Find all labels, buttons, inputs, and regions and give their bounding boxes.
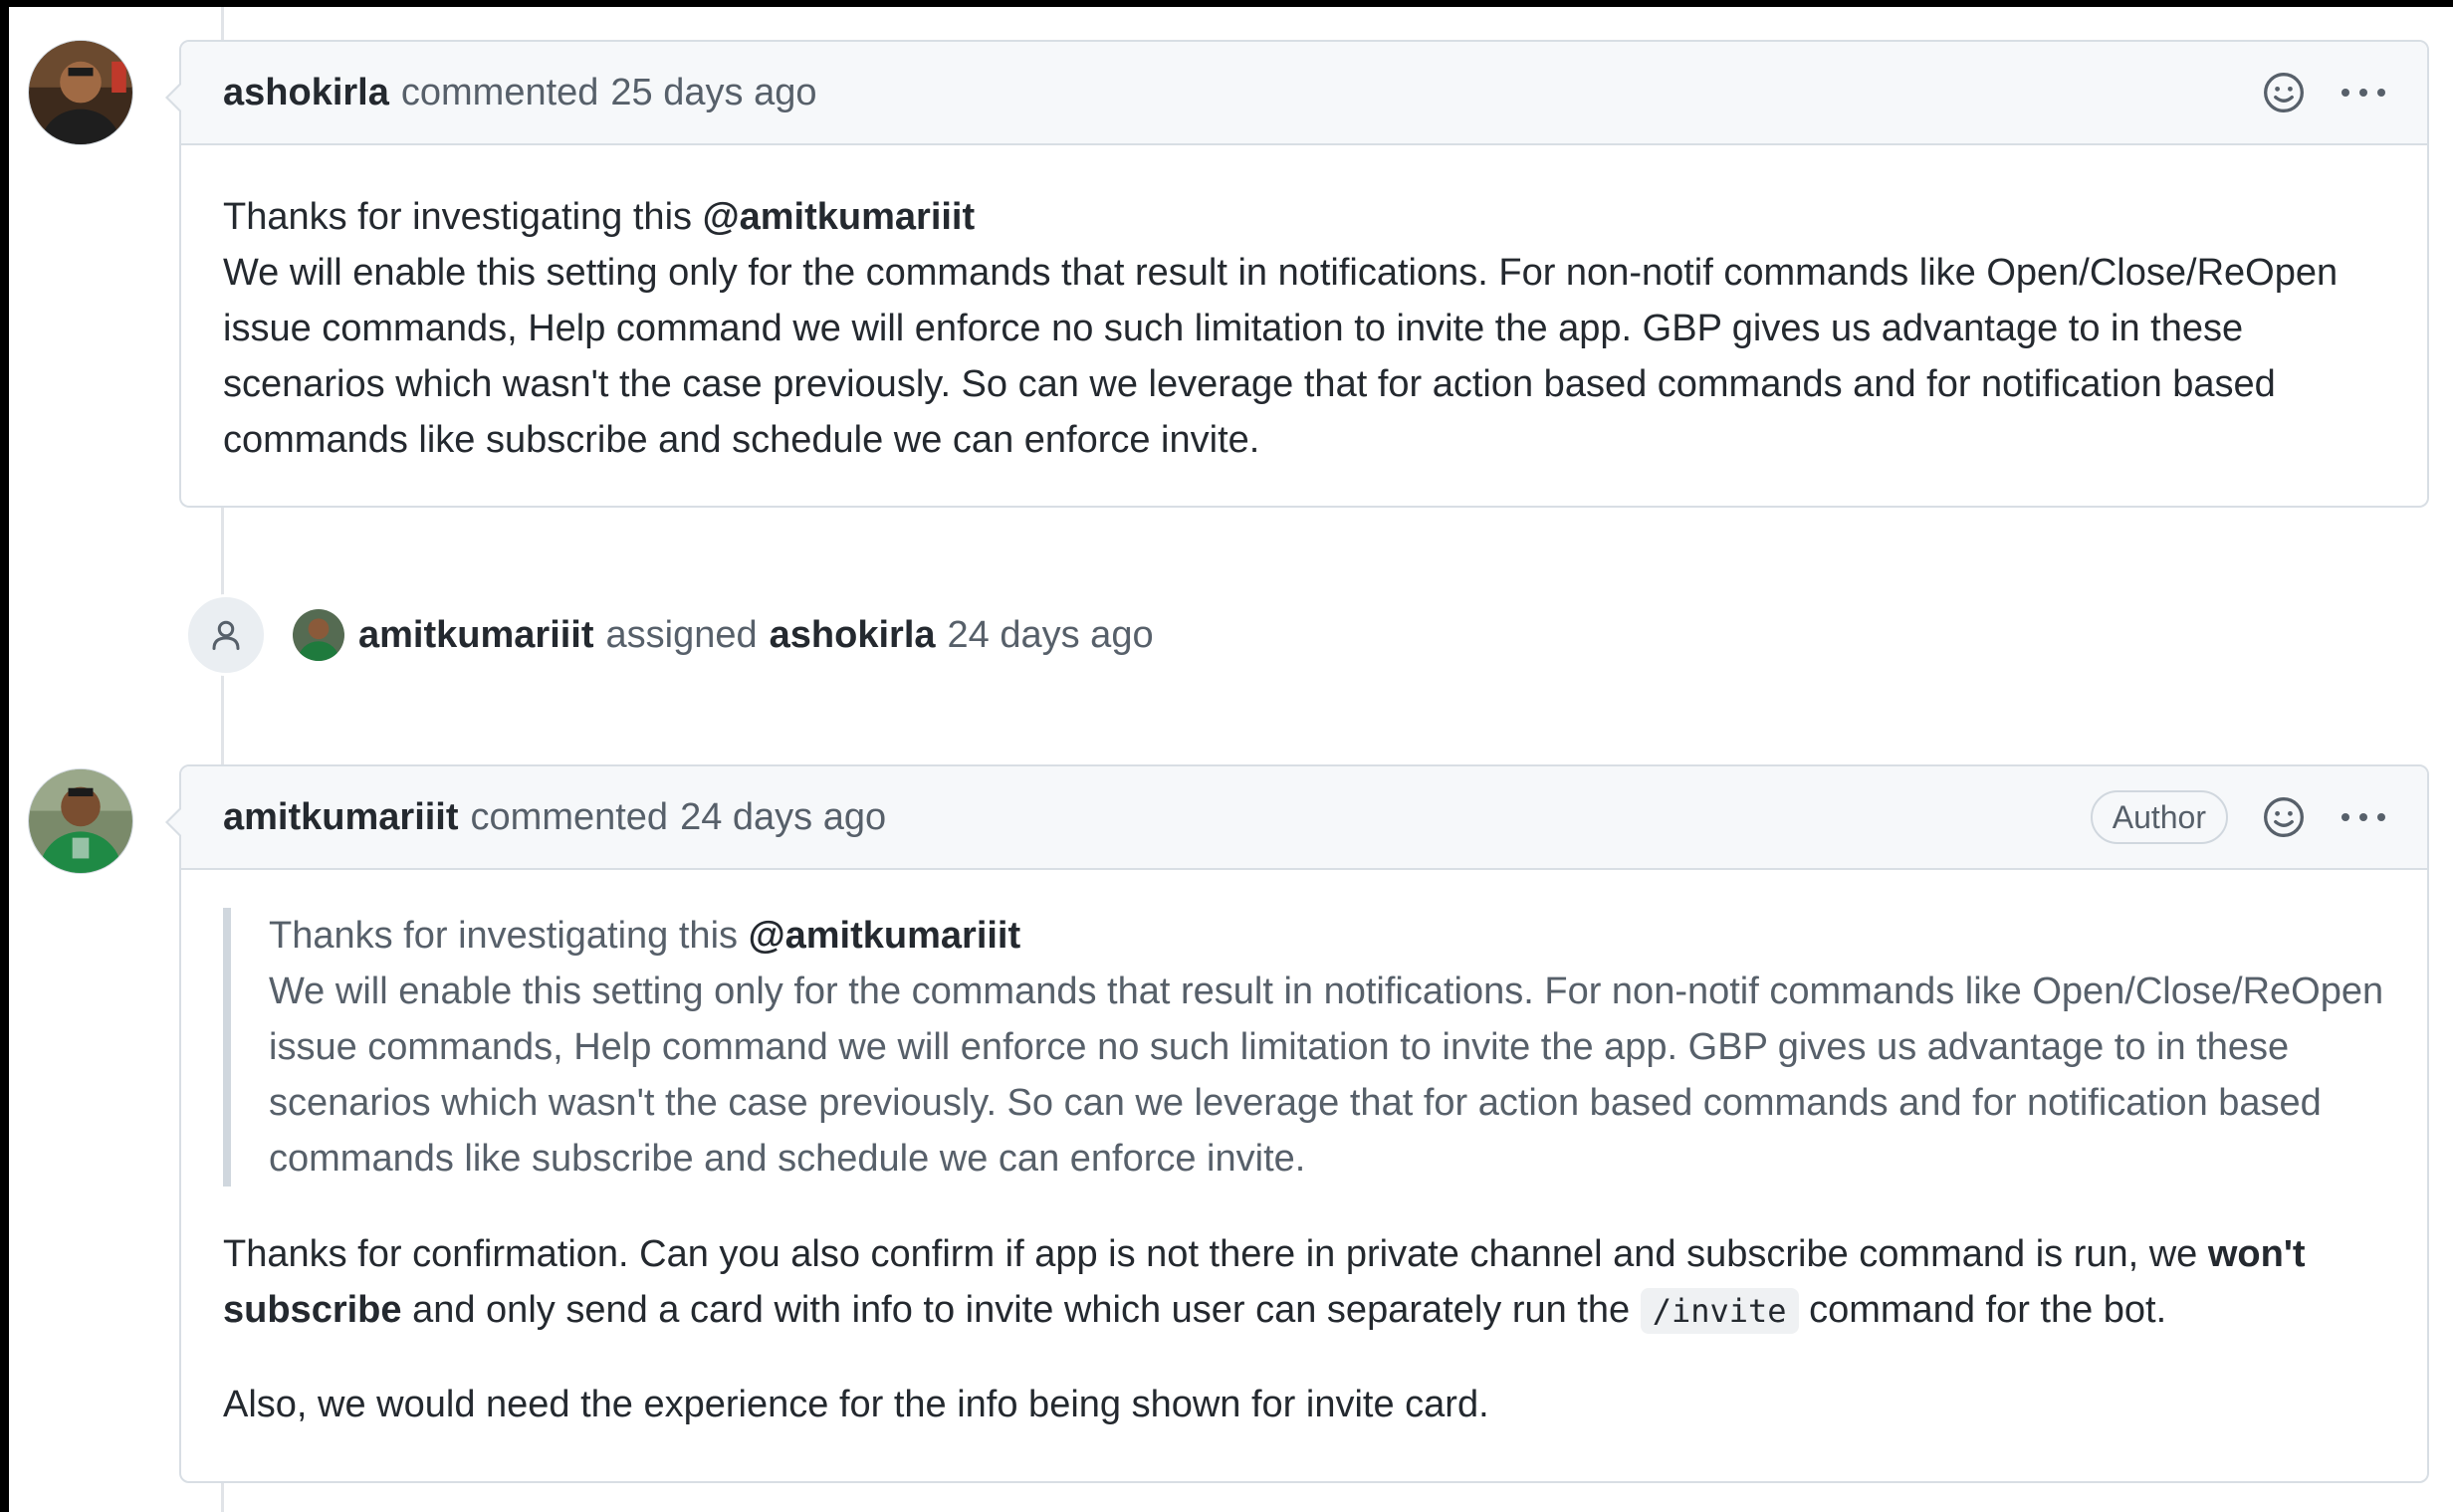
avatar-ashokirla[interactable] bbox=[28, 40, 133, 145]
inline-code: /invite bbox=[1640, 1288, 1799, 1334]
comment-actions bbox=[2262, 42, 2387, 143]
reply-paragraph: Thanks for confirmation. Can you also co… bbox=[223, 1226, 2385, 1339]
frame-top bbox=[0, 0, 2453, 7]
author-badge: Author bbox=[2090, 789, 2228, 845]
comment-author[interactable]: ashokirla bbox=[223, 72, 389, 114]
smiley-icon[interactable] bbox=[2262, 795, 2306, 839]
comment-body: Thanks for investigating this @amitkumar… bbox=[181, 145, 2427, 512]
mention-link[interactable]: @amitkumariiit bbox=[749, 915, 1021, 957]
event-actor[interactable]: amitkumariiit bbox=[358, 614, 594, 657]
avatar-image bbox=[29, 769, 132, 873]
final-paragraph: Also, we would need the experience for t… bbox=[223, 1384, 1489, 1425]
quote-paragraph: We will enable this setting only for the… bbox=[269, 971, 2384, 1180]
avatar-image bbox=[29, 41, 132, 144]
quote-text: Thanks for investigating this bbox=[269, 915, 749, 957]
comment-header: ashokirla commented 25 days ago bbox=[181, 42, 2427, 145]
reply-text: Thanks for confirmation. Can you also co… bbox=[223, 1233, 2208, 1275]
reply-text: and only send a card with info to invite… bbox=[401, 1289, 1641, 1331]
comment-timestamp[interactable]: 25 days ago bbox=[610, 72, 816, 114]
person-icon bbox=[185, 594, 267, 676]
comment-text: Thanks for investigating this bbox=[223, 196, 703, 238]
comment-actions: Author bbox=[2090, 766, 2387, 868]
smiley-icon[interactable] bbox=[2262, 71, 2306, 114]
reply-text: command for the bot. bbox=[1798, 1289, 2167, 1331]
kebab-horizontal-icon[interactable] bbox=[2340, 810, 2387, 824]
comment-amitkumariiit: amitkumariiit commented 24 days ago Auth… bbox=[165, 764, 2429, 1483]
kebab-horizontal-icon[interactable] bbox=[2340, 86, 2387, 100]
comment-timestamp[interactable]: 24 days ago bbox=[680, 796, 886, 839]
actor-avatar[interactable] bbox=[293, 609, 344, 661]
comment-action: commented bbox=[470, 795, 669, 838]
quote-first-line: Thanks for investigating this @amitkumar… bbox=[269, 908, 2385, 964]
comment-ashokirla: ashokirla commented 25 days ago Thanks f… bbox=[165, 40, 2429, 508]
event-timestamp[interactable]: 24 days ago bbox=[948, 614, 1154, 657]
comment-body: Thanks for investigating this @amitkumar… bbox=[181, 870, 2427, 1476]
comment-header: amitkumariiit commented 24 days ago Auth… bbox=[181, 766, 2427, 870]
blockquote: Thanks for investigating this @amitkumar… bbox=[223, 908, 2385, 1187]
frame-left bbox=[0, 0, 9, 1512]
avatar-amitkumariiit[interactable] bbox=[28, 768, 133, 874]
comment-action: commented bbox=[400, 71, 599, 113]
comment-paragraph: We will enable this setting only for the… bbox=[223, 252, 2339, 461]
assignment-event: amitkumariiit assigned ashokirla 24 days… bbox=[185, 594, 1154, 676]
event-action: assigned bbox=[605, 613, 758, 656]
comment-first-line: Thanks for investigating this @amitkumar… bbox=[223, 189, 2385, 245]
mention-link[interactable]: @amitkumariiit bbox=[703, 196, 976, 238]
event-target[interactable]: ashokirla bbox=[770, 614, 936, 657]
comment-author[interactable]: amitkumariiit bbox=[223, 796, 459, 839]
